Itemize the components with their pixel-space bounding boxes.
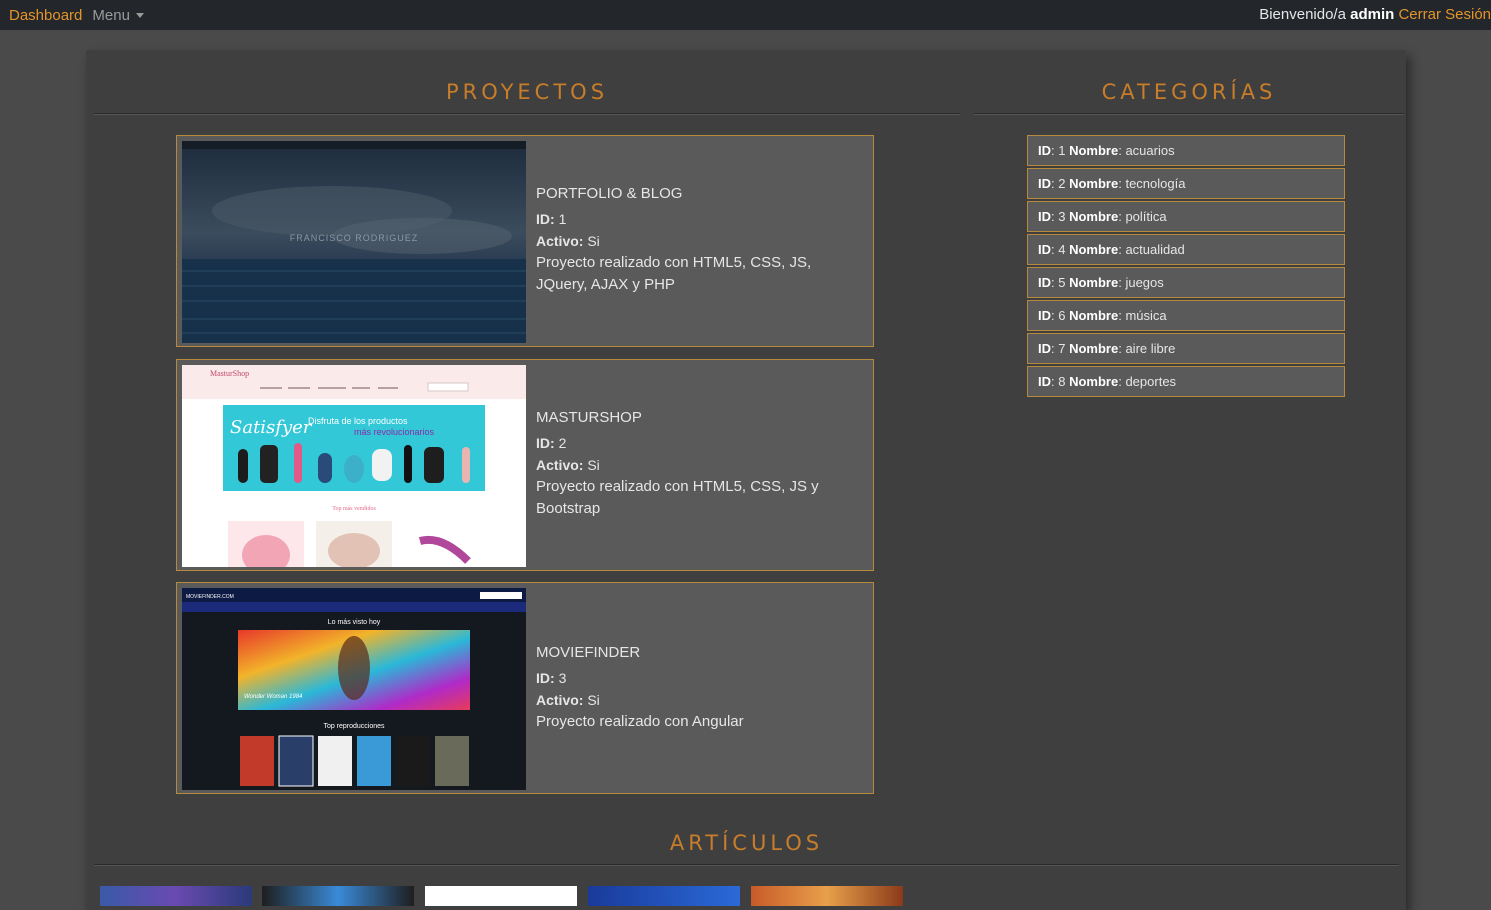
article-thumbnail[interactable] — [262, 886, 414, 906]
category-item[interactable]: ID: 6 Nombre: música — [1027, 300, 1345, 331]
project-card[interactable]: FRANCISCO RODRIGUEZ PORTFOLIO & BLOG ID:… — [176, 135, 874, 347]
moviefinder-logo: MOVIEFINDER.COM — [186, 594, 234, 600]
article-thumbnail[interactable] — [751, 886, 903, 906]
dashboard-link[interactable]: Dashboard — [9, 7, 82, 24]
projects-title: PROYECTOS — [445, 80, 609, 104]
category-item[interactable]: ID: 1 Nombre: acuarios — [1027, 135, 1345, 166]
project-info: MASTURSHOP ID: 2 Activo: Si Proyecto rea… — [536, 407, 856, 520]
project-description: Proyecto realizado con HTML5, CSS, JS, J… — [536, 254, 812, 293]
category-item[interactable]: ID: 7 Nombre: aire libre — [1027, 333, 1345, 364]
project-thumbnail-masturshop: MasturShop Satisfyer Disfruta de los pro… — [182, 365, 526, 567]
menu-label: Menu — [92, 6, 130, 24]
category-item[interactable]: ID: 5 Nombre: juegos — [1027, 267, 1345, 298]
projects-divider — [94, 113, 960, 115]
article-thumbnail[interactable] — [588, 886, 740, 906]
categories-divider — [974, 113, 1404, 115]
logout-link[interactable]: Cerrar Sesión — [1394, 6, 1491, 23]
masturshop-top: Top más vendidos — [332, 506, 376, 512]
project-active: Activo: Si — [536, 457, 600, 473]
categories-title: CATEGORÍAS — [1101, 80, 1277, 104]
moviefinder-heading: Lo más visto hoy — [328, 619, 381, 626]
project-card[interactable]: MasturShop Satisfyer Disfruta de los pro… — [176, 359, 874, 571]
main-panel: PROYECTOS CATEGORÍAS FRANCISCO RODRIGUEZ… — [86, 50, 1406, 910]
articles-title: ARTÍCULOS — [669, 831, 824, 855]
username: admin — [1350, 6, 1395, 23]
categories-list: ID: 1 Nombre: acuarios ID: 2 Nombre: tec… — [1027, 135, 1345, 399]
project-id: ID: 1 — [536, 211, 567, 227]
project-name: MOVIEFINDER — [536, 644, 641, 661]
article-thumbnail[interactable] — [425, 886, 577, 906]
project-thumbnail-portfolio: FRANCISCO RODRIGUEZ — [182, 141, 526, 343]
moviefinder-top: Top reproducciones — [323, 723, 385, 730]
project-name: MASTURSHOP — [536, 409, 642, 426]
menu-dropdown[interactable]: Menu — [92, 7, 144, 24]
masturshop-logo: MasturShop — [210, 369, 249, 378]
user-area: Bienvenido/a admin Cerrar Sesión — [1259, 6, 1491, 23]
project-id: ID: 2 — [536, 435, 567, 451]
category-item[interactable]: ID: 3 Nombre: política — [1027, 201, 1345, 232]
masturshop-brand: Satisfyer — [230, 417, 313, 438]
category-item[interactable]: ID: 2 Nombre: tecnología — [1027, 168, 1345, 199]
project-id: ID: 3 — [536, 670, 567, 686]
masturshop-banner: Disfruta de los productos — [308, 416, 408, 426]
masturshop-banner2: más revolucionarios — [354, 427, 435, 437]
project-description: Proyecto realizado con HTML5, CSS, JS y … — [536, 478, 819, 517]
moviefinder-caption: Wonder Woman 1984 — [244, 694, 303, 700]
article-thumbnail[interactable] — [100, 886, 252, 906]
portfolio-thumb-text: FRANCISCO RODRIGUEZ — [290, 233, 419, 243]
project-active: Activo: Si — [536, 692, 600, 708]
project-active: Activo: Si — [536, 233, 600, 249]
welcome-text: Bienvenido/a — [1259, 6, 1351, 23]
category-item[interactable]: ID: 8 Nombre: deportes — [1027, 366, 1345, 397]
project-thumbnail-moviefinder: MOVIEFINDER.COM Lo más visto hoy Wonder … — [182, 588, 526, 790]
project-name: PORTFOLIO & BLOG — [536, 185, 683, 202]
caret-down-icon — [135, 12, 144, 18]
category-item[interactable]: ID: 4 Nombre: actualidad — [1027, 234, 1345, 265]
top-navbar: Dashboard Menu Bienvenido/a admin Cerrar… — [0, 0, 1491, 30]
articles-divider — [94, 864, 1399, 866]
project-info: PORTFOLIO & BLOG ID: 1 Activo: Si Proyec… — [536, 183, 856, 296]
project-card[interactable]: MOVIEFINDER.COM Lo más visto hoy Wonder … — [176, 582, 874, 794]
project-description: Proyecto realizado con Angular — [536, 713, 744, 730]
project-info: MOVIEFINDER ID: 3 Activo: Si Proyecto re… — [536, 642, 856, 733]
